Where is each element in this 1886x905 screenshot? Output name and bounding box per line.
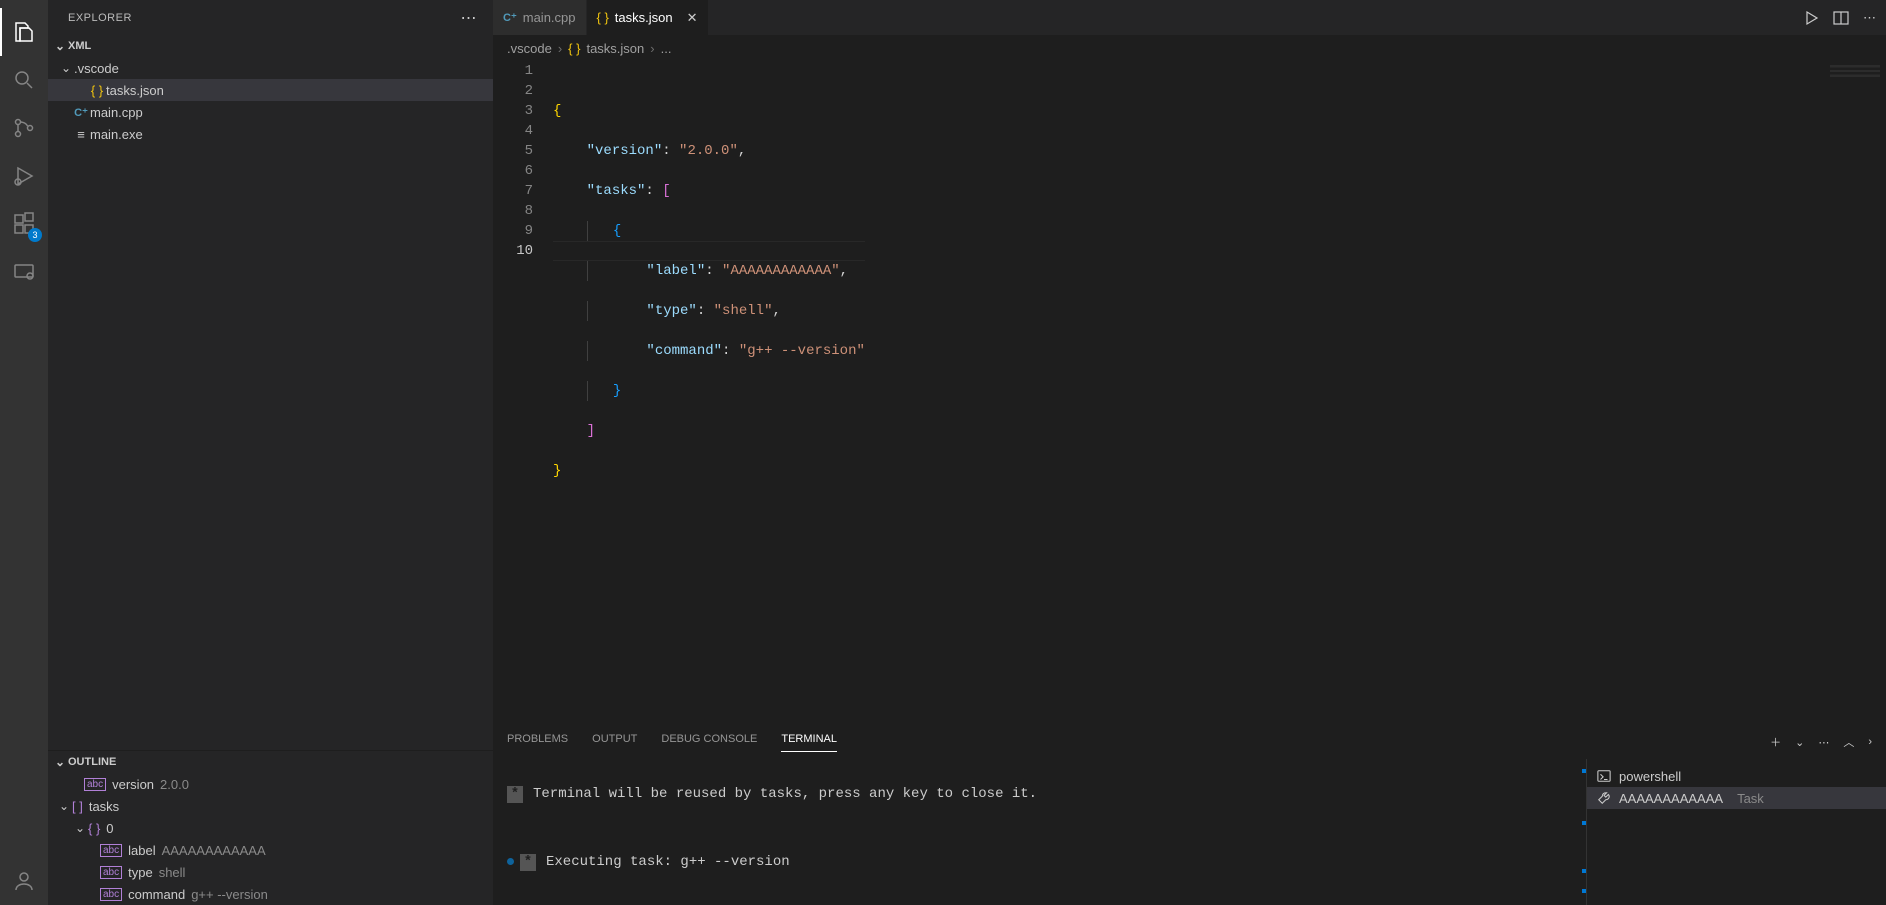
file-tree: ⌄ .vscode { } tasks.json C⁺ main.cpp ≡ m… — [48, 57, 493, 145]
minimap[interactable] — [1830, 65, 1880, 105]
tree-folder[interactable]: ⌄ .vscode — [48, 57, 493, 79]
chevron-down-icon: ⌄ — [52, 755, 68, 769]
run-debug-icon[interactable] — [0, 152, 48, 200]
outline-item[interactable]: abc label AAAAAAAAAAAA — [48, 839, 493, 861]
outline-item[interactable]: ⌄ { } 0 — [48, 817, 493, 839]
chevron-down-icon: ⌄ — [72, 821, 88, 835]
terminal-item-powershell[interactable]: powershell — [1587, 765, 1886, 787]
tab-tasks-json[interactable]: { } tasks.json ✕ — [587, 0, 709, 35]
string-symbol-icon: abc — [100, 866, 122, 879]
panel-tabs: PROBLEMS OUTPUT DEBUG CONSOLE TERMINAL ＋… — [493, 726, 1886, 759]
task-marker-icon: * — [520, 854, 536, 871]
tab-main-cpp[interactable]: C⁺ main.cpp — [493, 0, 587, 35]
exe-icon: ≡ — [72, 127, 90, 142]
chevron-down-icon: ⌄ — [52, 39, 68, 53]
breadcrumb[interactable]: .vscode › { } tasks.json › ... — [493, 35, 1886, 61]
terminal-output[interactable]: *Terminal will be reused by tasks, press… — [493, 759, 1582, 905]
outline-header[interactable]: ⌄ OUTLINE — [48, 751, 493, 773]
sidebar-more-icon[interactable]: ⋯ — [461, 8, 478, 28]
string-symbol-icon: abc — [100, 888, 122, 901]
task-marker-icon: * — [507, 786, 523, 803]
search-icon[interactable] — [0, 56, 48, 104]
code-editor[interactable]: 1 2 3 4 5 6 7 8 9 10 { "version": "2.0.0… — [493, 61, 1886, 725]
terminal-dropdown-icon[interactable]: ⌄ — [1795, 736, 1804, 749]
close-panel-icon[interactable]: › — [1868, 736, 1872, 748]
running-dot-icon — [507, 858, 514, 865]
split-editor-icon[interactable] — [1833, 10, 1849, 26]
terminal-scroll-marks — [1582, 759, 1586, 905]
chevron-right-icon: › — [558, 41, 562, 56]
tab-label: tasks.json — [615, 10, 673, 25]
extensions-badge: 3 — [28, 228, 42, 242]
sidebar-title: EXPLORER — [68, 12, 132, 24]
breadcrumb-segment[interactable]: ... — [661, 41, 672, 56]
outline-item[interactable]: abc version 2.0.0 — [48, 773, 493, 795]
array-symbol-icon: [ ] — [72, 799, 83, 814]
panel-tab-problems[interactable]: PROBLEMS — [507, 733, 568, 751]
terminal-list: powershell AAAAAAAAAAAA Task — [1586, 759, 1886, 905]
terminal-shell-icon — [1597, 769, 1611, 783]
cpp-icon: C⁺ — [503, 11, 517, 24]
tool-icon — [1597, 791, 1611, 805]
activity-bar: 3 — [0, 0, 48, 905]
editor-area: C⁺ main.cpp { } tasks.json ✕ ⋯ .vscode ›… — [493, 0, 1886, 905]
bottom-panel: PROBLEMS OUTPUT DEBUG CONSOLE TERMINAL ＋… — [493, 725, 1886, 905]
maximize-panel-icon[interactable]: ︿ — [1843, 734, 1854, 750]
cpp-icon: C⁺ — [72, 106, 90, 119]
source-control-icon[interactable] — [0, 104, 48, 152]
run-icon[interactable] — [1803, 10, 1819, 26]
tab-label: main.cpp — [523, 10, 576, 25]
panel-tab-output[interactable]: OUTPUT — [592, 733, 637, 751]
terminal-item-sublabel: Task — [1737, 791, 1764, 806]
file-name: tasks.json — [106, 83, 164, 98]
json-icon: { } — [597, 10, 609, 25]
file-name: main.cpp — [90, 105, 143, 120]
terminal-item-label: AAAAAAAAAAAA — [1619, 791, 1723, 806]
close-icon[interactable]: ✕ — [687, 10, 698, 26]
terminal-item-label: powershell — [1619, 769, 1681, 784]
chevron-down-icon: ⌄ — [56, 799, 72, 813]
string-symbol-icon: abc — [84, 778, 106, 791]
chevron-right-icon: › — [650, 41, 654, 56]
sidebar-header: EXPLORER ⋯ — [48, 0, 493, 35]
extensions-icon[interactable]: 3 — [0, 200, 48, 248]
new-terminal-icon[interactable]: ＋ — [1770, 734, 1781, 750]
panel-tab-debug-console[interactable]: DEBUG CONSOLE — [661, 733, 757, 751]
tree-file[interactable]: C⁺ main.cpp — [48, 101, 493, 123]
code-content[interactable]: { "version": "2.0.0", "tasks": [ { "labe… — [553, 61, 865, 725]
string-symbol-icon: abc — [100, 844, 122, 857]
more-icon[interactable]: ⋯ — [1863, 10, 1876, 26]
breadcrumb-segment[interactable]: tasks.json — [586, 41, 644, 56]
outline-item[interactable]: abc command g++ --version — [48, 883, 493, 905]
terminal-item-task[interactable]: AAAAAAAAAAAA Task — [1587, 787, 1886, 809]
sidebar: EXPLORER ⋯ ⌄ XML ⌄ .vscode { } tasks.jso… — [48, 0, 493, 905]
file-name: main.exe — [90, 127, 143, 142]
tree-file[interactable]: ≡ main.exe — [48, 123, 493, 145]
outline-item[interactable]: ⌄ [ ] tasks — [48, 795, 493, 817]
breadcrumb-segment[interactable]: .vscode — [507, 41, 552, 56]
outline-section: ⌄ OUTLINE abc version 2.0.0 ⌄ [ ] tasks … — [48, 750, 493, 905]
workspace-name: XML — [68, 40, 91, 52]
panel-tab-terminal[interactable]: TERMINAL — [781, 733, 837, 752]
json-icon: { } — [568, 41, 580, 56]
panel-more-icon[interactable]: ⋯ — [1818, 736, 1829, 749]
folder-name: .vscode — [74, 61, 119, 76]
explorer-icon[interactable] — [0, 8, 48, 56]
json-icon: { } — [88, 83, 106, 98]
outline-title: OUTLINE — [68, 756, 116, 768]
outline-item[interactable]: abc type shell — [48, 861, 493, 883]
editor-tabs: C⁺ main.cpp { } tasks.json ✕ ⋯ — [493, 0, 1886, 35]
remote-icon[interactable] — [0, 248, 48, 296]
workspace-header[interactable]: ⌄ XML — [48, 35, 493, 57]
line-numbers: 1 2 3 4 5 6 7 8 9 10 — [493, 61, 553, 725]
tree-file[interactable]: { } tasks.json — [48, 79, 493, 101]
accounts-icon[interactable] — [0, 857, 48, 905]
chevron-down-icon: ⌄ — [58, 61, 74, 75]
object-symbol-icon: { } — [88, 821, 100, 836]
